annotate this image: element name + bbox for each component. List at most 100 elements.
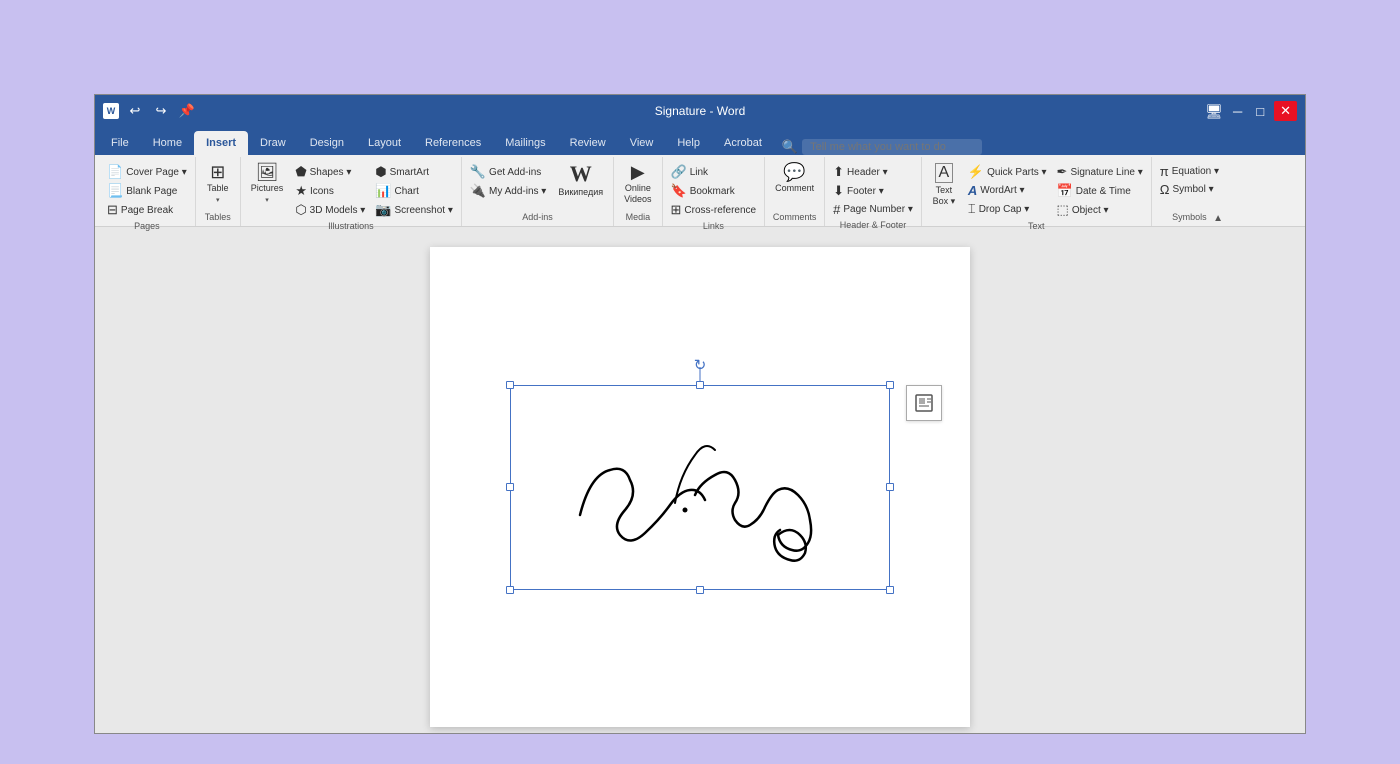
illustrations-group-label: Illustrations <box>245 219 457 233</box>
icons-button[interactable]: ★ Icons <box>291 182 369 200</box>
cover-page-button[interactable]: 📄 Cover Page ▾ <box>103 163 191 181</box>
tab-design[interactable]: Design <box>298 131 356 155</box>
handle-bottom-center[interactable] <box>696 586 704 594</box>
pictures-button[interactable]: 🖼 Pictures ▾ <box>245 161 290 206</box>
wikipedia-button[interactable]: W Википедия <box>552 161 609 200</box>
shapes-icon: ⬟ <box>295 164 306 180</box>
cross-reference-button[interactable]: ⊞ Cross-reference <box>667 201 761 219</box>
close-button[interactable]: ✕ <box>1274 101 1297 121</box>
screenshot-button[interactable]: 📷 Screenshot ▾ <box>371 201 457 219</box>
table-button[interactable]: ⊞ Table ▾ <box>200 161 236 206</box>
online-videos-icon: ▶ <box>631 163 645 181</box>
quick-parts-button[interactable]: ⚡ Quick Parts ▾ <box>964 163 1051 181</box>
wordart-icon: A <box>968 183 977 198</box>
equation-button[interactable]: π Equation ▾ <box>1156 163 1223 180</box>
links-content: 🔗 Link 🔖 Bookmark ⊞ Cross-reference <box>667 159 761 219</box>
search-input[interactable] <box>802 139 982 155</box>
link-button[interactable]: 🔗 Link <box>667 163 761 181</box>
rotate-handle[interactable]: ↻ <box>692 357 708 373</box>
quick-parts-icon: ⚡ <box>968 164 984 180</box>
object-label: Object ▾ <box>1072 205 1109 216</box>
tables-content: ⊞ Table ▾ <box>200 159 236 210</box>
3d-models-button[interactable]: ⬡ 3D Models ▾ <box>291 201 369 219</box>
header-footer-group-label: Header & Footer <box>829 218 917 232</box>
tab-acrobat[interactable]: Acrobat <box>712 131 774 155</box>
online-videos-button[interactable]: ▶ OnlineVideos <box>618 161 657 207</box>
signature-box <box>510 385 890 590</box>
page-break-label: Page Break <box>121 205 173 216</box>
blank-page-icon: 📃 <box>107 183 123 199</box>
header-label: Header ▾ <box>847 167 888 178</box>
ribbon-group-text: A TextBox ▾ ⚡ Quick Parts ▾ A WordArt ▾ … <box>922 157 1152 226</box>
tab-review[interactable]: Review <box>558 131 618 155</box>
drop-cap-button[interactable]: ⌶ Drop Cap ▾ <box>964 200 1051 218</box>
bookmark-label: Bookmark <box>690 186 735 197</box>
signature-container[interactable]: ↻ <box>510 385 890 590</box>
signature-line-button[interactable]: ✒ Signature Line ▾ <box>1053 163 1147 181</box>
ribbon-collapse-button[interactable]: ▲ <box>1213 213 1223 224</box>
get-addins-button[interactable]: 🔧 Get Add-ins <box>466 163 550 181</box>
tab-references[interactable]: References <box>413 131 493 155</box>
maximize-button[interactable]: □ <box>1252 102 1268 121</box>
ribbon-group-media: ▶ OnlineVideos Media <box>614 157 662 226</box>
minimize-button[interactable]: ─ <box>1229 102 1246 121</box>
ribbon-group-pages: 📄 Cover Page ▾ 📃 Blank Page ⊟ Page Break… <box>99 157 196 226</box>
chart-button[interactable]: 📊 Chart <box>371 182 457 200</box>
tab-draw[interactable]: Draw <box>248 131 298 155</box>
layout-options-icon <box>914 393 934 413</box>
footer-button[interactable]: ⬇ Footer ▾ <box>829 182 917 200</box>
handle-bottom-left[interactable] <box>506 586 514 594</box>
handle-bottom-right[interactable] <box>886 586 894 594</box>
smartart-icon: ⬢ <box>375 164 386 180</box>
my-addins-button[interactable]: 🔌 My Add-ins ▾ <box>466 182 550 200</box>
title-bar-left: W ↩ ↪ 📌 <box>103 101 402 121</box>
textbox-button[interactable]: A TextBox ▾ <box>926 161 962 209</box>
window-title: Signature - Word <box>402 104 999 118</box>
handle-top-left[interactable] <box>506 381 514 389</box>
get-addins-label: Get Add-ins <box>489 167 541 178</box>
object-icon: ⬚ <box>1057 202 1069 218</box>
signature-line-label: Signature Line ▾ <box>1070 167 1142 178</box>
date-time-button[interactable]: 📅 Date & Time <box>1053 182 1147 200</box>
tab-mailings[interactable]: Mailings <box>493 131 557 155</box>
addins-group-label: Add-ins <box>466 210 609 224</box>
pages-stack: 📄 Cover Page ▾ 📃 Blank Page ⊟ Page Break <box>103 161 191 219</box>
links-stack: 🔗 Link 🔖 Bookmark ⊞ Cross-reference <box>667 161 761 219</box>
search-icon: 🔍 <box>782 139 798 155</box>
bookmark-button[interactable]: 🔖 Bookmark <box>667 182 761 200</box>
page-number-button[interactable]: # Page Number ▾ <box>829 201 917 218</box>
tab-home[interactable]: Home <box>141 131 194 155</box>
comment-button[interactable]: 💬 Comment <box>769 161 820 196</box>
layout-options-button[interactable] <box>906 385 942 421</box>
drop-cap-label: Drop Cap ▾ <box>979 204 1030 215</box>
undo-more-button[interactable]: ↪ <box>151 101 171 121</box>
table-icon: ⊞ <box>210 163 225 181</box>
object-button[interactable]: ⬚ Object ▾ <box>1053 201 1147 219</box>
smartart-button[interactable]: ⬢ SmartArt <box>371 163 457 181</box>
handle-top-center[interactable] <box>696 381 704 389</box>
tab-file[interactable]: File <box>99 131 141 155</box>
screenshot-label: Screenshot ▾ <box>394 205 452 216</box>
shapes-button[interactable]: ⬟ Shapes ▾ <box>291 163 369 181</box>
blank-page-button[interactable]: 📃 Blank Page <box>103 182 191 200</box>
monitor-icon[interactable]: 🖥 <box>1205 103 1223 120</box>
date-time-icon: 📅 <box>1057 183 1073 199</box>
get-addins-icon: 🔧 <box>470 164 486 180</box>
handle-middle-left[interactable] <box>506 483 514 491</box>
symbol-button[interactable]: Ω Symbol ▾ <box>1156 181 1223 198</box>
text-group-label: Text <box>926 219 1147 233</box>
symbol-icon: Ω <box>1160 182 1170 197</box>
tab-help[interactable]: Help <box>665 131 712 155</box>
tab-view[interactable]: View <box>618 131 666 155</box>
pin-button[interactable]: 📌 <box>177 101 197 121</box>
wordart-button[interactable]: A WordArt ▾ <box>964 182 1051 199</box>
handle-top-right[interactable] <box>886 381 894 389</box>
undo-button[interactable]: ↩ <box>125 101 145 121</box>
page-break-icon: ⊟ <box>107 202 118 218</box>
handle-middle-right[interactable] <box>886 483 894 491</box>
tab-insert[interactable]: Insert <box>194 131 248 155</box>
tab-layout[interactable]: Layout <box>356 131 413 155</box>
header-button[interactable]: ⬆ Header ▾ <box>829 163 917 181</box>
page-break-button[interactable]: ⊟ Page Break <box>103 201 191 219</box>
symbols-content: π Equation ▾ Ω Symbol ▾ <box>1156 159 1223 210</box>
